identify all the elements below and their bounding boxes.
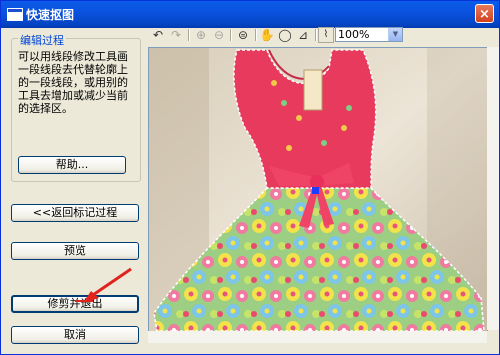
vertical-scrollbar[interactable]: [487, 47, 499, 330]
zoom-out-icon[interactable]: ⊖: [211, 27, 227, 43]
toolbar-separator: [315, 29, 317, 41]
help-button[interactable]: 帮助...: [18, 156, 126, 174]
group-title: 编辑过程: [18, 32, 66, 48]
redo-icon[interactable]: ↷: [168, 27, 184, 43]
window-title: 快速抠图: [26, 8, 75, 22]
zoom-value: 100%: [338, 28, 370, 41]
resize-grip[interactable]: [487, 331, 499, 343]
edit-process-group: 编辑过程 可以用线段修改工具画一段线段去代替轮廓上的一段线段，或用别的工具去增加…: [11, 32, 141, 182]
back-to-marking-button[interactable]: <<返回标记过程: [11, 204, 139, 222]
dress-photo: [149, 48, 487, 331]
toolbar-separator: [230, 29, 232, 41]
red-arrow-annotation: [75, 267, 132, 303]
cancel-button[interactable]: 取消: [11, 326, 139, 344]
horizontal-scrollbar[interactable]: [148, 331, 487, 343]
hand-tool-icon[interactable]: ✋: [259, 27, 275, 43]
toolbar-separator: [255, 29, 257, 41]
zoom-in-icon[interactable]: ⊕: [193, 27, 209, 43]
chevron-down-icon[interactable]: ▼: [388, 28, 402, 41]
title-bar[interactable]: 快速抠图 ×: [1, 1, 499, 28]
toolbar: ↶ ↷ ⊕ ⊖ ⊜ ✋ ◯ ⊿ ⌇ 100% ▼: [149, 27, 499, 45]
close-button[interactable]: ×: [475, 4, 494, 23]
fit-window-icon[interactable]: ⊜: [235, 27, 251, 43]
ellipse-select-icon[interactable]: ◯: [277, 27, 293, 43]
preview-button[interactable]: 预览: [11, 242, 139, 260]
undo-icon[interactable]: ↶: [150, 27, 166, 43]
image-canvas[interactable]: [148, 47, 488, 332]
zoom-select[interactable]: 100% ▼: [335, 27, 403, 42]
edit-description: 可以用线段修改工具画一段线段去代替轮廓上的一段线段，或用别的工具去增加或减少当前…: [18, 50, 128, 115]
window-icon: [7, 8, 23, 21]
line-segment-tool-icon[interactable]: ⌇: [318, 27, 334, 43]
polygon-lasso-icon[interactable]: ⊿: [295, 27, 311, 43]
quick-cutout-window: 快速抠图 × 编辑过程 可以用线段修改工具画一段线段去代替轮廓上的一段线段，或用…: [0, 0, 500, 355]
toolbar-separator: [188, 29, 190, 41]
